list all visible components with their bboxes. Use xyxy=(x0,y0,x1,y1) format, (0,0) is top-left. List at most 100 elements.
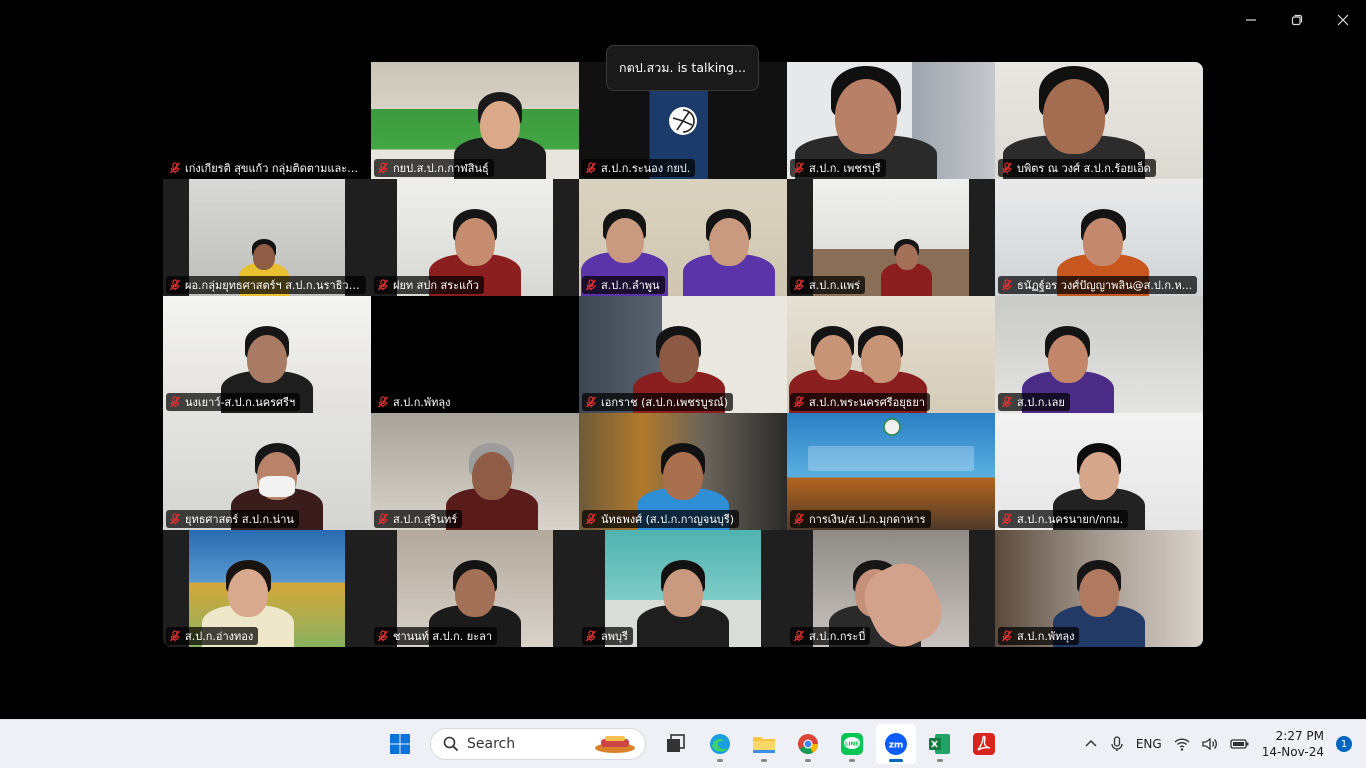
participant-tile[interactable]: ส.ป.ก.นครนายก/กกม. xyxy=(995,413,1203,530)
participant-nameplate: ส.ป.ก.แพร่ xyxy=(790,276,866,294)
participant-name: ส.ป.ก.ระนอง กยป. xyxy=(601,162,691,175)
participant-name: ส.ป.ก.ลำพูน xyxy=(601,279,660,292)
muted-mic-icon xyxy=(1001,279,1013,291)
participant-nameplate: ชานนท์ ส.ป.ก. ยะลา xyxy=(374,627,498,645)
participant-nameplate: นงเยาว์-ส.ป.ก.นครศรีฯ xyxy=(166,393,301,411)
zoom-button[interactable]: zm xyxy=(876,724,916,764)
participant-nameplate: ส.ป.ก.พระนครศรีอยุธยา xyxy=(790,393,930,411)
participant-nameplate: ฝยท สปก สระแก้ว xyxy=(374,276,484,294)
muted-mic-icon xyxy=(169,162,181,174)
muted-mic-icon xyxy=(793,279,805,291)
participant-name: กยป.ส.ป.ก.กาฬสินธุ์ xyxy=(393,162,489,175)
participant-tile[interactable]: เอกราช (ส.ป.ก.เพชรบูรณ์) xyxy=(579,296,787,413)
zoom-icon: zm xyxy=(885,733,907,755)
clock[interactable]: 2:27 PM 14-Nov-24 xyxy=(1262,728,1324,760)
task-view-icon xyxy=(667,734,685,752)
system-tray: ENG 2:27 PM 14-Nov-24 1 xyxy=(1084,720,1352,768)
participant-nameplate: บพิตร ณ วงศ์ ส.ป.ก.ร้อยเอ็ด xyxy=(998,159,1156,177)
participant-tile[interactable]: ส.ป.ก.กระบี่ xyxy=(787,530,995,647)
file-explorer-icon xyxy=(753,737,775,753)
participant-tile[interactable]: ยุทธศาสตร์ ส.ป.ก.น่าน xyxy=(163,413,371,530)
restore-icon xyxy=(1291,14,1303,26)
line-button[interactable]: LINE xyxy=(832,724,872,764)
participant-tile[interactable]: ส.ป.ก.เลย xyxy=(995,296,1203,413)
participant-name: นัทธพงศ์ (ส.ป.ก.กาญจนบุรี) xyxy=(601,513,735,526)
participant-tile[interactable]: ส.ป.ก.ลำพูน xyxy=(579,179,787,296)
language-indicator[interactable]: ENG xyxy=(1136,737,1162,751)
participant-tile[interactable]: เก่งเกียรติ สุขแก้ว กลุ่มติดตามและประ... xyxy=(163,62,371,179)
taskbar: Search LINE zm ENG 2:27 PM 14-Nov-24 1 xyxy=(0,719,1366,768)
participant-nameplate: ส.ป.ก.ลำพูน xyxy=(582,276,665,294)
participant-nameplate: ลพบุรี xyxy=(582,627,633,645)
participant-tile[interactable]: นัทธพงศ์ (ส.ป.ก.กาญจนบุรี) xyxy=(579,413,787,530)
participant-nameplate: ส.ป.ก.พัทลุง xyxy=(998,627,1080,645)
window-controls xyxy=(1228,0,1366,40)
muted-mic-icon xyxy=(377,162,389,174)
wifi-icon[interactable] xyxy=(1174,737,1190,751)
participant-name: การเงิน/ส.ป.ก.มุกดาหาร xyxy=(809,513,926,526)
participant-nameplate: ส.ป.ก.พัทลุง xyxy=(374,393,456,411)
participant-tile[interactable]: ฝยท สปก สระแก้ว xyxy=(371,179,579,296)
participant-tile[interactable]: ส.ป.ก.พระนครศรีอยุธยา xyxy=(787,296,995,413)
participant-name: ส.ป.ก.นครนายก/กกม. xyxy=(1017,513,1124,526)
close-button[interactable] xyxy=(1320,0,1366,40)
muted-mic-icon xyxy=(377,630,389,642)
participant-tile[interactable]: ส.ป.ก.แพร่ xyxy=(787,179,995,296)
muted-mic-icon xyxy=(585,279,597,291)
chevron-up-icon[interactable] xyxy=(1084,737,1098,751)
participant-tile[interactable]: ส.ป.ก.สุรินทร์ xyxy=(371,413,579,530)
battery-icon[interactable] xyxy=(1230,737,1250,751)
file-explorer-button[interactable] xyxy=(744,724,784,764)
muted-mic-icon xyxy=(1001,630,1013,642)
participant-name: ส.ป.ก.อ่างทอง xyxy=(185,630,254,643)
participant-tile[interactable]: ส.ป.ก.พัทลุง xyxy=(995,530,1203,647)
participant-tile[interactable]: นงเยาว์-ส.ป.ก.นครศรีฯ xyxy=(163,296,371,413)
participant-name: ส.ป.ก.กระบี่ xyxy=(809,630,866,643)
participant-name: เอกราช (ส.ป.ก.เพชรบูรณ์) xyxy=(601,396,728,409)
participant-name: ส.ป.ก.พัทลุง xyxy=(1017,630,1075,643)
participant-tile[interactable]: ส.ป.ก. เพชรบุรี xyxy=(787,62,995,179)
participant-nameplate: ส.ป.ก. เพชรบุรี xyxy=(790,159,886,177)
participant-nameplate: การเงิน/ส.ป.ก.มุกดาหาร xyxy=(790,510,931,528)
search-icon xyxy=(443,736,459,752)
participant-name: ชานนท์ ส.ป.ก. ยะลา xyxy=(393,630,493,643)
participant-nameplate: เก่งเกียรติ สุขแก้ว กลุ่มติดตามและประ... xyxy=(166,159,366,177)
muted-mic-icon xyxy=(585,396,597,408)
participant-tile[interactable]: ผอ.กลุ่มยุทธศาสตร์ฯ ส.ป.ก.นราธิวาส xyxy=(163,179,371,296)
acrobat-button[interactable] xyxy=(964,724,1004,764)
start-button[interactable] xyxy=(380,724,420,764)
participant-name: ธนัฏฐ์อร วงศ์ปัญญาพลิน@ส.ป.ก.ห... xyxy=(1017,279,1193,292)
taskbar-center: Search LINE zm xyxy=(380,720,1004,768)
participant-tile[interactable]: การเงิน/ส.ป.ก.มุกดาหาร xyxy=(787,413,995,530)
chrome-button[interactable] xyxy=(788,724,828,764)
participant-tile[interactable]: ส.ป.ก.อ่างทอง xyxy=(163,530,371,647)
search-highlight-icon xyxy=(595,736,635,753)
speaker-icon[interactable] xyxy=(1202,737,1218,751)
participant-nameplate: ยุทธศาสตร์ ส.ป.ก.น่าน xyxy=(166,510,299,528)
participant-name: ส.ป.ก.เลย xyxy=(1017,396,1065,409)
muted-mic-icon xyxy=(585,162,597,174)
restore-button[interactable] xyxy=(1274,0,1320,40)
participant-name: ลพบุรี xyxy=(601,630,628,643)
minimize-button[interactable] xyxy=(1228,0,1274,40)
participant-tile[interactable]: กยป.ส.ป.ก.กาฬสินธุ์ xyxy=(371,62,579,179)
notification-badge[interactable]: 1 xyxy=(1336,736,1352,752)
participant-tile[interactable]: ชานนท์ ส.ป.ก. ยะลา xyxy=(371,530,579,647)
participant-tile[interactable]: ธนัฏฐ์อร วงศ์ปัญญาพลิน@ส.ป.ก.ห... xyxy=(995,179,1203,296)
emblem-icon xyxy=(882,417,901,436)
taskbar-search[interactable]: Search xyxy=(430,728,646,760)
windows-icon xyxy=(390,734,410,754)
participant-nameplate: ส.ป.ก.นครนายก/กกม. xyxy=(998,510,1129,528)
participant-tile[interactable]: ส.ป.ก.พัทลุง xyxy=(371,296,579,413)
edge-button[interactable] xyxy=(700,724,740,764)
muted-mic-icon xyxy=(169,513,181,525)
task-view-button[interactable] xyxy=(656,724,696,764)
muted-mic-icon xyxy=(1001,162,1013,174)
microphone-icon[interactable] xyxy=(1110,736,1124,752)
excel-button[interactable] xyxy=(920,724,960,764)
muted-mic-icon xyxy=(1001,396,1013,408)
participant-tile[interactable]: บพิตร ณ วงศ์ ส.ป.ก.ร้อยเอ็ด xyxy=(995,62,1203,179)
participant-tile[interactable]: ลพบุรี xyxy=(579,530,787,647)
svg-text:zm: zm xyxy=(889,741,904,751)
camera-off-logo-icon xyxy=(669,106,697,135)
